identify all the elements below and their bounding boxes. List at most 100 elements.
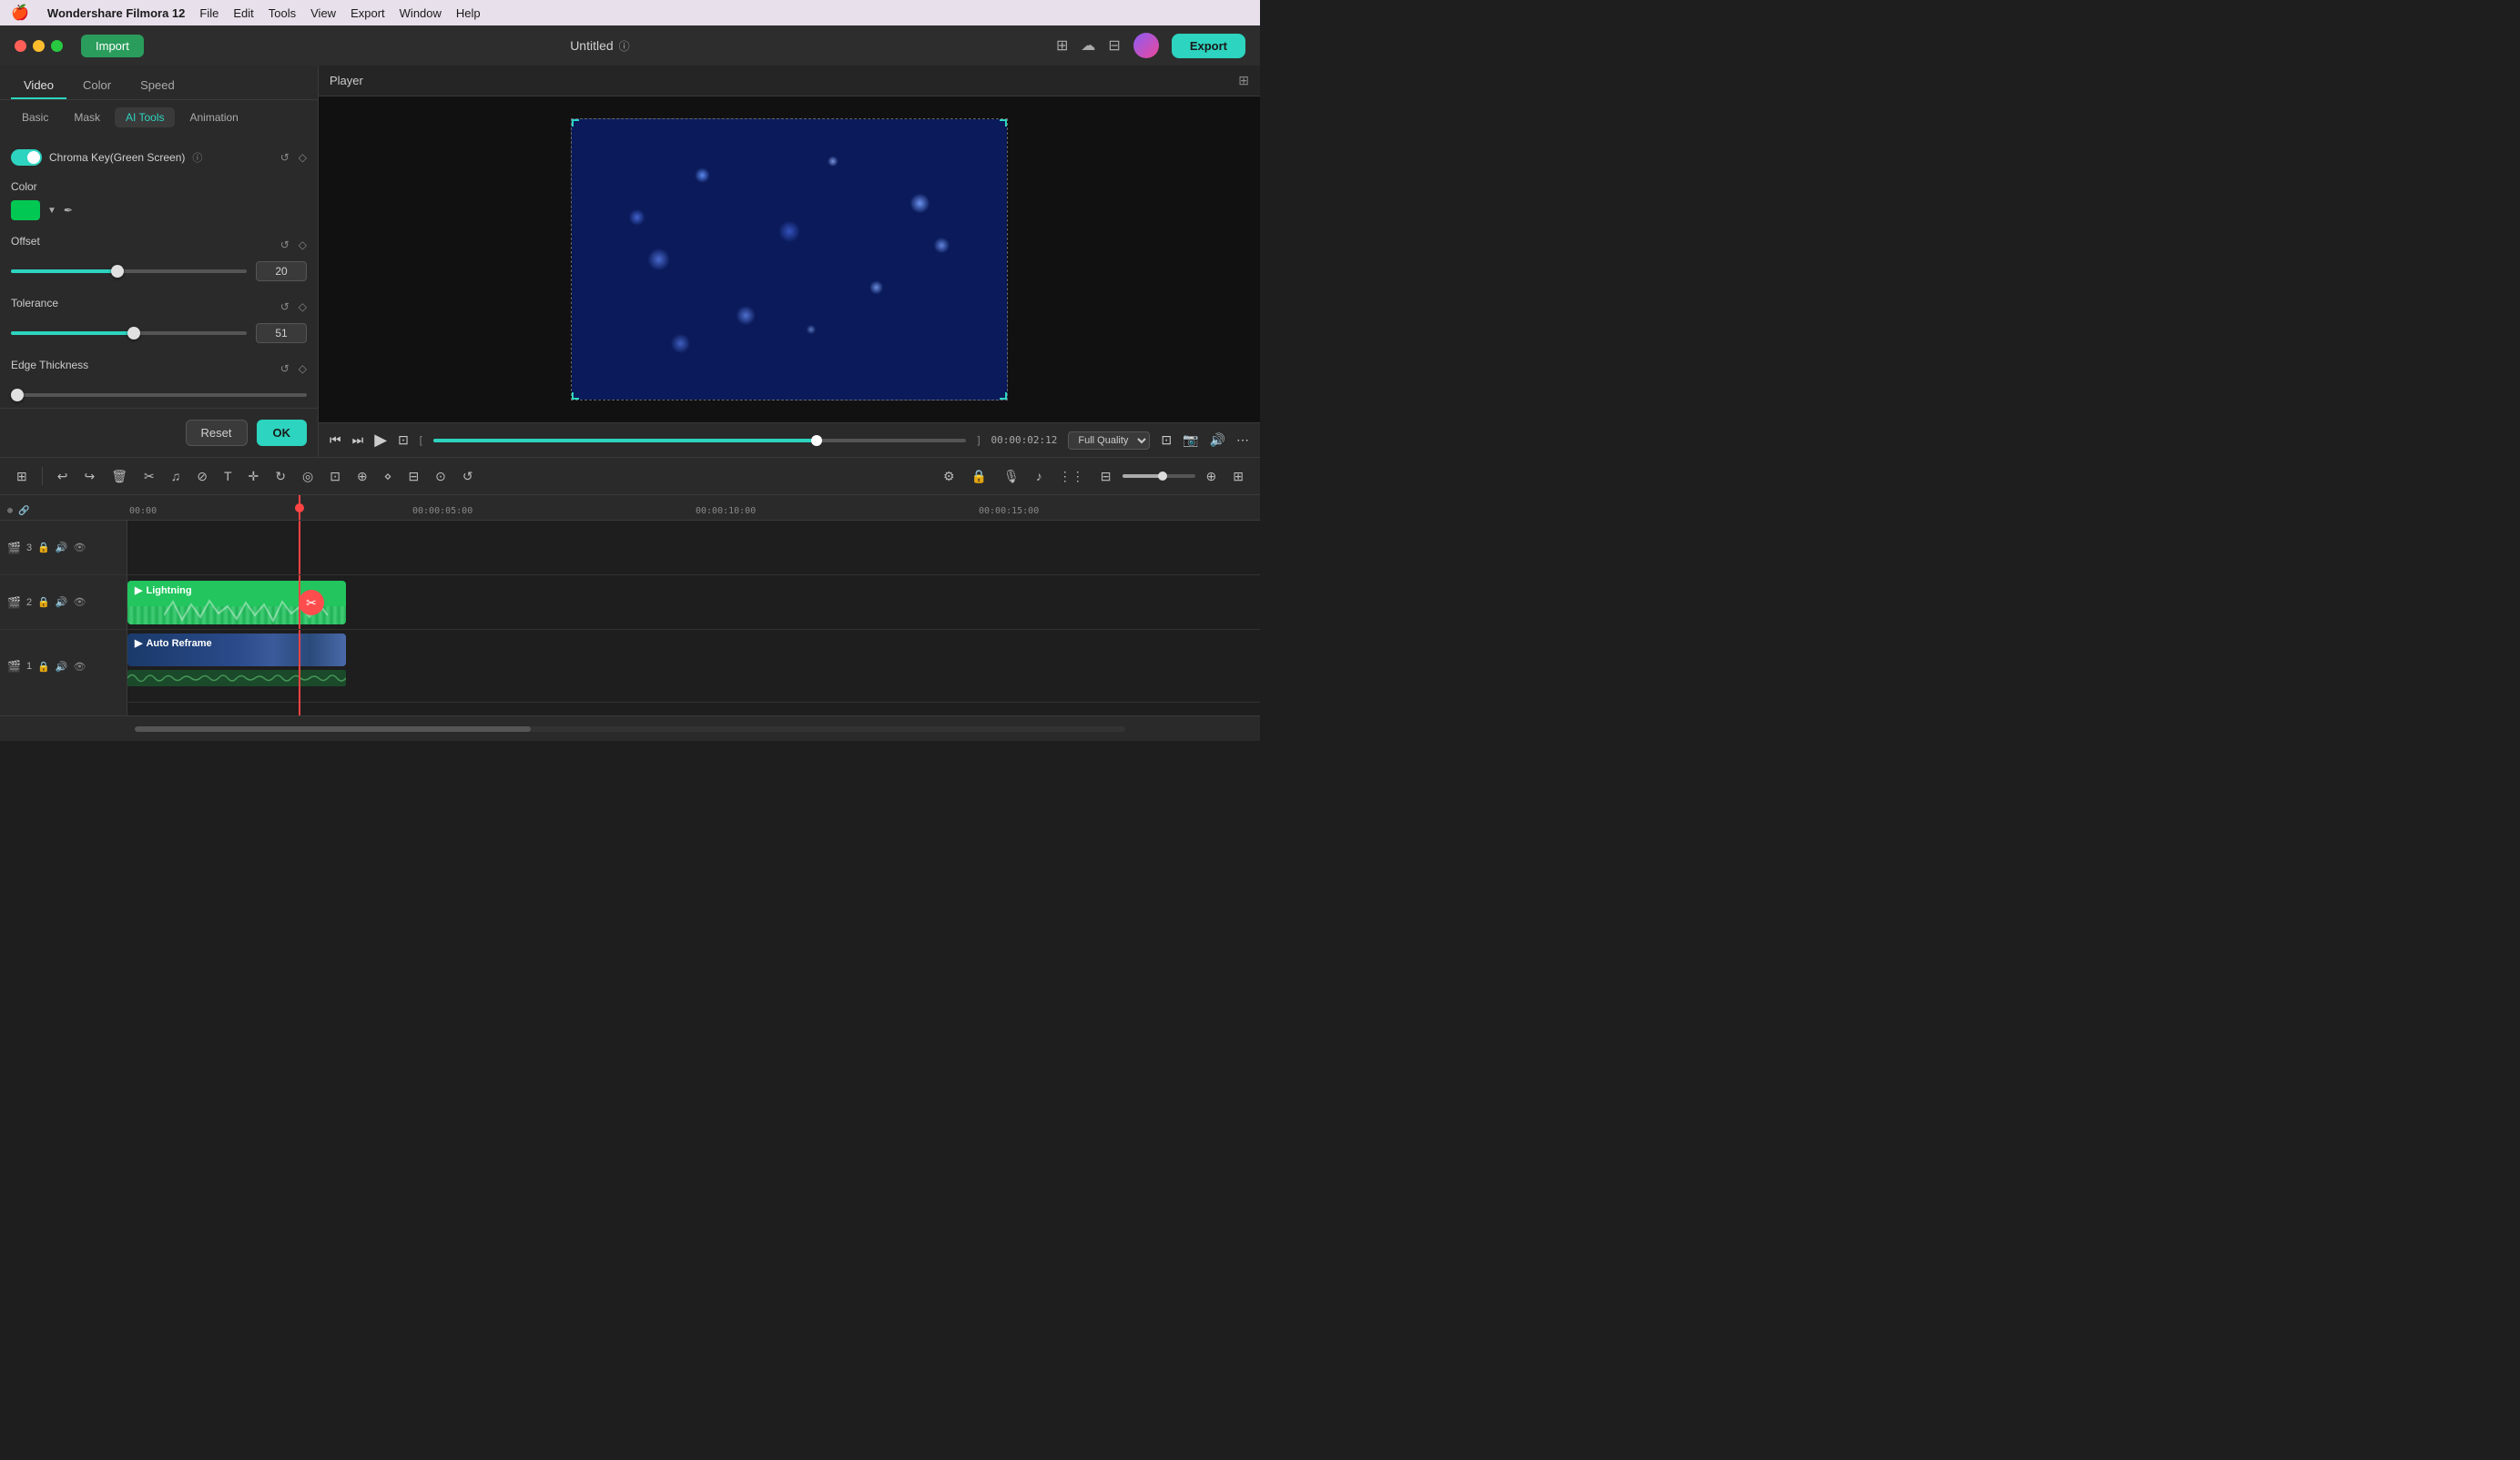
tool-audio[interactable]: ♫ [166, 465, 187, 487]
progress-thumb[interactable] [811, 435, 822, 446]
tab-color[interactable]: Color [70, 73, 124, 99]
autoreframe-clip[interactable]: ▶ Auto Reframe [127, 634, 346, 666]
track-v1-lock-icon[interactable]: 🔒 [37, 661, 50, 673]
export-button[interactable]: Export [1172, 34, 1245, 58]
sub-tab-mask[interactable]: Mask [63, 107, 111, 127]
track-v2-volume-icon[interactable]: 🔊 [56, 596, 68, 608]
tool-stabilize[interactable]: ⊡ [324, 465, 346, 488]
menu-view[interactable]: View [310, 6, 336, 20]
ok-button[interactable]: OK [257, 420, 308, 446]
tool-zoom[interactable]: ⊕ [351, 465, 373, 488]
tolerance-value[interactable]: 51 [256, 323, 307, 343]
track-v3-volume-icon[interactable]: 🔊 [56, 542, 68, 553]
link-icon[interactable]: 🔗 [18, 506, 29, 516]
tab-video[interactable]: Video [11, 73, 66, 99]
offset-value[interactable]: 20 [256, 261, 307, 281]
track-v1-area[interactable]: ▶ Auto Reframe [127, 630, 1260, 703]
track-v2-lock-icon[interactable]: 🔒 [37, 596, 50, 608]
tool-zoom-out[interactable]: ⊟ [1095, 465, 1117, 488]
tool-zoom-in[interactable]: ⊕ [1201, 465, 1223, 488]
tool-mic[interactable]: 🎙 [998, 465, 1025, 488]
chroma-key-info-icon[interactable]: ⓘ [192, 150, 202, 165]
grid-icon[interactable]: ⊟ [1108, 36, 1120, 55]
chroma-key-toggle[interactable] [11, 149, 42, 166]
quality-select[interactable]: Full Quality [1068, 431, 1150, 450]
tool-scene[interactable]: ⋮⋮ [1053, 465, 1090, 488]
progress-bar[interactable] [433, 439, 967, 442]
tool-grid[interactable]: ⊞ [11, 465, 33, 488]
skip-back-button[interactable]: ⏮ [330, 432, 341, 448]
offset-thumb[interactable] [111, 265, 124, 278]
stop-button[interactable]: ⊡ [398, 432, 409, 448]
sub-tab-basic[interactable]: Basic [11, 107, 59, 127]
edge-thickness-slider[interactable] [11, 393, 307, 397]
tool-redo[interactable]: ↪ [78, 465, 100, 488]
layout-icon[interactable]: ⊞ [1056, 36, 1068, 55]
snapshot-icon[interactable]: 📷 [1183, 432, 1198, 448]
menu-window[interactable]: Window [400, 6, 442, 20]
add-track-icon[interactable]: ⊕ [7, 506, 13, 516]
tool-delete[interactable]: 🗑 [106, 465, 133, 488]
track-v3-eye-icon[interactable]: 👁 [73, 542, 86, 553]
offset-slider[interactable] [11, 269, 247, 273]
track-v1-volume-icon[interactable]: 🔊 [56, 661, 68, 673]
sub-tab-aitools[interactable]: AI Tools [115, 107, 175, 127]
more-options-icon[interactable]: ⋯ [1236, 432, 1249, 448]
sub-tab-animation[interactable]: Animation [178, 107, 249, 127]
close-button[interactable] [15, 40, 26, 52]
tool-crop[interactable]: ✛ [243, 465, 265, 488]
tolerance-thumb[interactable] [127, 327, 140, 340]
tool-undo[interactable]: ↩ [52, 465, 74, 488]
in-point-marker[interactable]: [ [420, 435, 422, 446]
player-expand-icon[interactable]: ⊞ [1238, 73, 1249, 88]
tool-circle[interactable]: ⊙ [430, 465, 452, 488]
edge-thickness-thumb[interactable] [11, 389, 24, 401]
tolerance-reset-icon[interactable]: ↺ [280, 300, 290, 313]
menu-tools[interactable]: Tools [269, 6, 296, 20]
edge-diamond-icon[interactable]: ◇ [299, 362, 307, 375]
fullscreen-icon[interactable]: ⊡ [1161, 432, 1172, 448]
color-swatch[interactable] [11, 200, 40, 220]
scissors-marker[interactable]: ✂ [299, 590, 324, 615]
tool-motion[interactable]: ◎ [297, 465, 319, 488]
tolerance-slider[interactable] [11, 331, 247, 335]
timeline-scrollbar[interactable] [135, 726, 1125, 732]
edge-reset-icon[interactable]: ↺ [280, 362, 290, 375]
tool-mask[interactable]: ⊘ [191, 465, 213, 488]
avatar[interactable] [1133, 33, 1159, 58]
tool-diamond[interactable]: ⋄ [379, 465, 398, 488]
eyedropper-icon[interactable]: ✒ [64, 204, 73, 217]
track-v2-eye-icon[interactable]: 👁 [73, 596, 86, 608]
offset-diamond-icon[interactable]: ◇ [299, 238, 307, 251]
tool-rotate[interactable]: ↻ [269, 465, 291, 488]
track-v1-eye-icon[interactable]: 👁 [73, 661, 86, 673]
tool-refresh[interactable]: ↺ [457, 465, 479, 488]
tool-lock[interactable]: 🔒 [966, 465, 992, 488]
tab-speed[interactable]: Speed [127, 73, 188, 99]
track-v3-lock-icon[interactable]: 🔒 [37, 542, 50, 553]
cloud-icon[interactable]: ☁ [1081, 36, 1095, 55]
menu-file[interactable]: File [199, 6, 218, 20]
volume-icon[interactable]: 🔊 [1210, 432, 1225, 448]
out-point-marker[interactable]: ] [977, 435, 980, 446]
track-v3-area[interactable] [127, 521, 1260, 574]
chroma-key-diamond-icon[interactable]: ◇ [299, 151, 307, 164]
color-dropdown-icon[interactable]: ▼ [47, 206, 56, 216]
corner-bl[interactable] [572, 392, 579, 400]
info-icon[interactable]: ⓘ [619, 38, 630, 54]
corner-tl[interactable] [572, 119, 579, 127]
tool-text[interactable]: T [218, 465, 238, 487]
track-v2-area[interactable]: ▶ Lightning ✂ [127, 575, 1260, 629]
corner-tr[interactable] [1000, 119, 1007, 127]
tool-settings[interactable]: ⚙ [938, 465, 960, 488]
maximize-button[interactable] [51, 40, 63, 52]
menu-help[interactable]: Help [456, 6, 481, 20]
play-prev-button[interactable]: ⏭ [352, 432, 364, 448]
tolerance-diamond-icon[interactable]: ◇ [299, 300, 307, 313]
tool-layout[interactable]: ⊞ [1227, 465, 1249, 488]
track-a1-area[interactable] [127, 703, 1260, 715]
menu-export[interactable]: Export [351, 6, 385, 20]
offset-reset-icon[interactable]: ↺ [280, 238, 290, 251]
corner-br[interactable] [1000, 392, 1007, 400]
minimize-button[interactable] [33, 40, 45, 52]
